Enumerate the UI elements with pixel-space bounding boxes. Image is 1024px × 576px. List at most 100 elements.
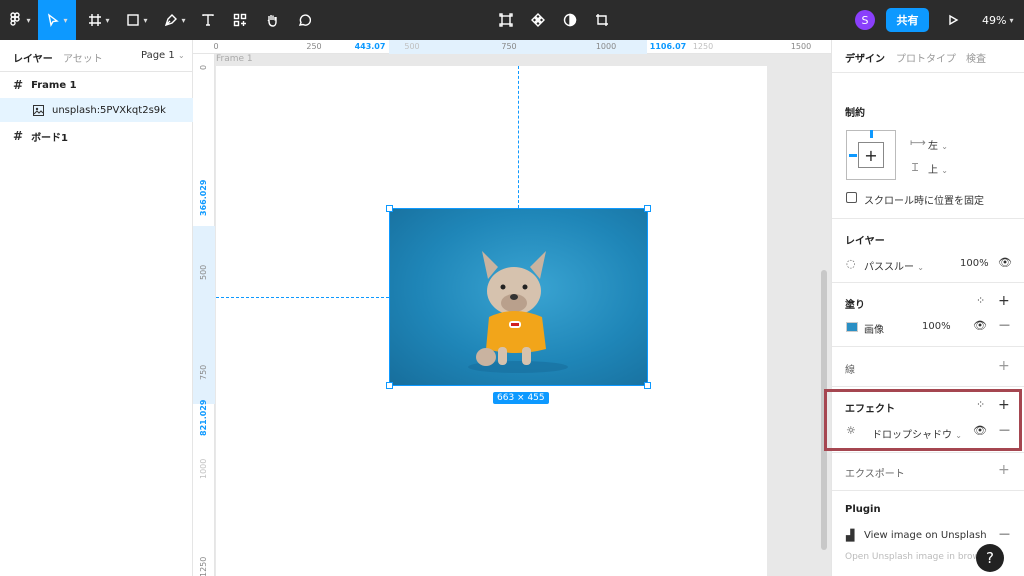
fix-position-checkbox[interactable] [846,192,857,203]
comment-icon [298,14,311,26]
tab-assets[interactable]: アセット [63,50,103,65]
divider [832,282,1024,283]
chevron-down-icon: ▾ [26,15,31,25]
comment-tool-button[interactable] [292,0,316,40]
ruler-left: 0 366.029 500 750 821.029 1000 1250 [193,54,215,576]
help-button[interactable]: ? [976,544,1004,572]
crop-button[interactable] [590,0,614,40]
canvas[interactable]: 0 250 443.07 500 750 1000 1106.07 1250 1… [193,40,831,576]
resize-handle-top-left[interactable] [386,205,393,212]
create-component-button[interactable] [526,0,550,40]
divider [832,386,1024,387]
chevron-down-icon: ▾ [63,15,68,25]
present-button[interactable] [942,0,964,40]
export-section-title: エクスポート [845,469,905,480]
constraints-title: 制約 [845,108,865,119]
resize-handle-bottom-left[interactable] [386,382,393,389]
eye-icon[interactable]: 👁 [973,319,987,332]
constraint-widget[interactable]: + [846,130,896,180]
add-export-icon[interactable]: + [998,462,1010,478]
constraint-center: + [858,142,884,168]
page-selector[interactable]: Page 1 ⌄ [141,50,185,61]
zoom-control[interactable]: 49% ▾ [982,0,1013,40]
frame-name-label[interactable]: Frame 1 [216,54,253,64]
ruler-tick-label: 1000 [595,42,617,51]
resize-handle-bottom-right[interactable] [644,382,651,389]
chevron-down-icon: ⌄ [941,142,948,151]
remove-fill-icon[interactable]: — [999,318,1010,331]
layers-panel: レイヤー アセット Page 1 ⌄ # Frame 1 unsplash:5P… [0,40,193,576]
chevron-down-icon: ▾ [105,15,110,25]
page-label: Page 1 [141,50,175,61]
user-avatar[interactable]: S [855,10,875,30]
move-tool-button[interactable]: ▾ [38,0,76,40]
fill-opacity-input[interactable]: 100% [922,321,951,332]
ruler-tick-label: 500 [199,264,208,280]
tab-prototype[interactable]: プロトタイプ [896,50,956,65]
eye-icon[interactable]: 👁 [998,256,1012,269]
selected-image[interactable] [389,208,648,386]
blend-mode-select[interactable]: パススルー ⌄ [864,258,924,273]
plugin-hint-text[interactable]: Open Unsplash image in browse [845,552,990,562]
fill-type-label[interactable]: 画像 [864,321,884,336]
main-menu-button[interactable]: ▾ [4,0,36,40]
ruler-tick-label-selection-end: 821.029 [199,399,208,436]
ruler-tick-label: 1250 [692,42,714,51]
chevron-down-icon: ⌄ [917,263,924,272]
pen-tool-button[interactable]: ▾ [158,0,192,40]
unsplash-icon: ▟ [846,529,855,542]
frame-hash-icon [89,14,102,26]
image-icon [33,104,44,116]
layer-label: unsplash:5PVXkqt2s9k [52,104,166,116]
crop-icon [596,14,608,26]
divider [832,490,1024,491]
layer-label: Frame 1 [31,79,77,91]
ruler-tick-label: 0 [199,64,208,70]
frame-tool-button[interactable]: ▾ [82,0,116,40]
tab-layers[interactable]: レイヤー [13,50,53,65]
tab-inspect[interactable]: 検査 [966,50,986,65]
resources-button[interactable] [228,0,252,40]
ruler-tick-label-selection-end: 1106.07 [649,42,687,51]
component-frame-button[interactable] [494,0,518,40]
ruler-tick-label: 500 [404,42,420,51]
mask-button[interactable] [558,0,582,40]
design-panel: デザイン プロトタイプ 検査 制約 + ⟼ 左 ⌄ Ɪ 上 ⌄ スクロール時に位… [831,40,1024,576]
chevron-down-icon: ▾ [181,15,186,25]
remove-plugin-icon[interactable]: — [999,527,1010,540]
shape-tool-button[interactable]: ▾ [120,0,154,40]
constraint-top-marker[interactable] [870,130,873,138]
measurement-guide-vertical [518,66,519,208]
constraint-vertical-select[interactable]: 上 ⌄ [928,161,948,176]
constraint-left-marker[interactable] [849,154,857,157]
measurement-guide-horizontal [216,297,389,298]
frame-selection-icon [499,13,513,27]
question-icon: ? [986,549,994,567]
plugin-item-link[interactable]: View image on Unsplash [864,530,987,541]
layer-opacity-input[interactable]: 100% [960,258,989,269]
text-tool-button[interactable] [196,0,220,40]
tab-design[interactable]: デザイン [845,50,885,65]
fill-image-swatch[interactable] [846,322,858,332]
layer-row-board1[interactable]: # ボード1 [0,124,193,148]
ruler-tick-label: 1500 [790,42,812,51]
ruler-top: 0 250 443.07 500 750 1000 1106.07 1250 1… [193,40,831,54]
resize-handle-top-right[interactable] [644,205,651,212]
hand-icon [267,15,277,27]
add-fill-icon[interactable]: + [998,293,1010,309]
constraint-vertical-value: 上 [928,165,938,176]
divider [832,452,1024,453]
hand-tool-button[interactable] [260,0,284,40]
layer-row-image[interactable]: unsplash:5PVXkqt2s9k [0,98,193,122]
add-stroke-icon[interactable]: + [998,358,1010,374]
constraint-horizontal-select[interactable]: 左 ⌄ [928,137,948,152]
text-icon [202,14,214,26]
cursor-icon [48,13,60,27]
annotation-highlight-effects [824,389,1022,451]
figma-logo-icon [10,12,21,26]
share-button[interactable]: 共有 [886,8,929,32]
styles-grid-icon[interactable]: ⁘ [976,294,985,307]
layer-row-frame1[interactable]: # Frame 1 [0,73,193,97]
vertical-constraint-icon: Ɪ [912,161,919,174]
chevron-down-icon: ⌄ [177,51,185,60]
